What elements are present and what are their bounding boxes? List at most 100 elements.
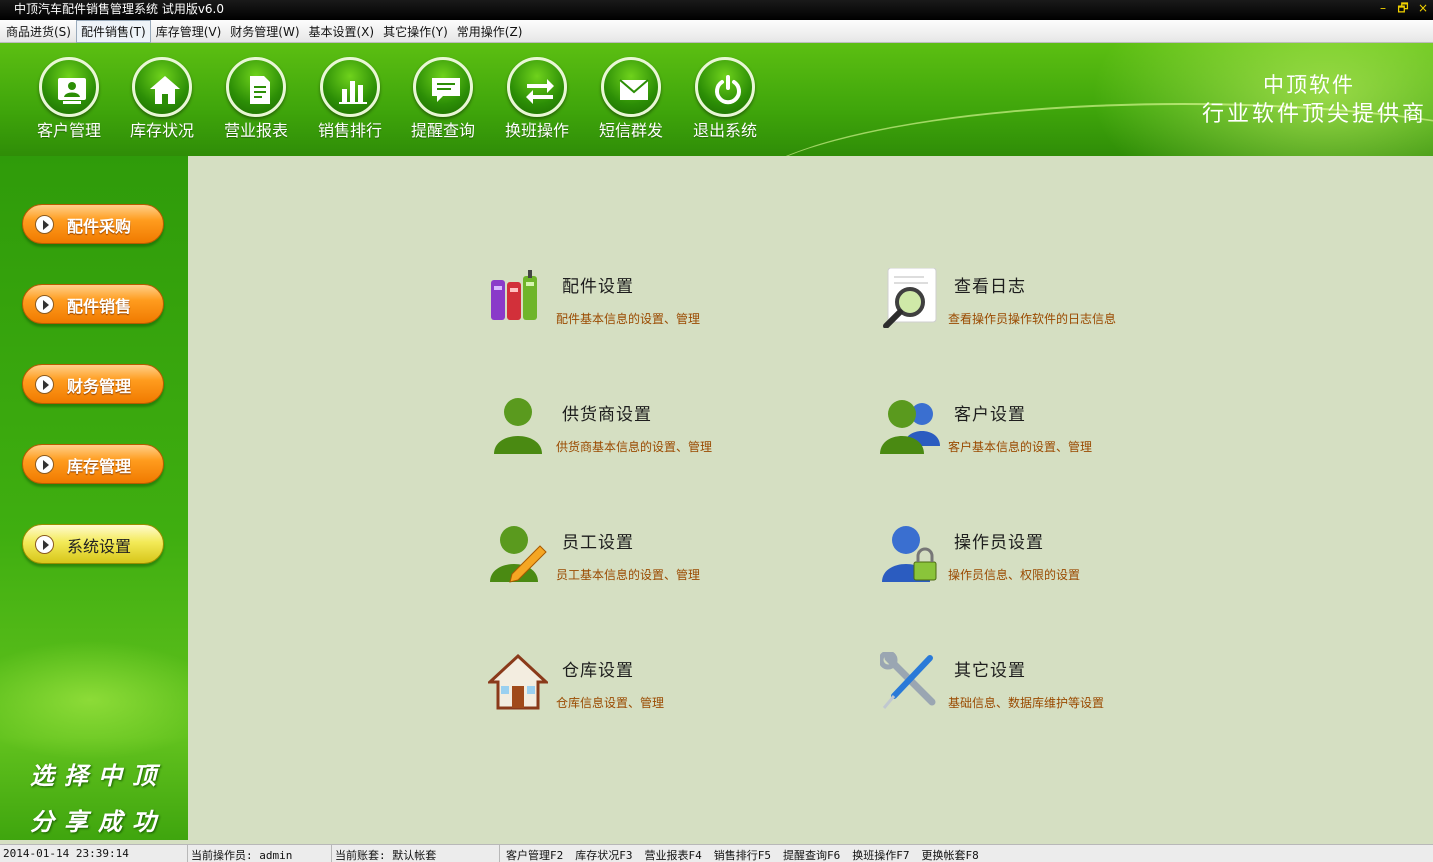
other-settings-entry[interactable]: 其它设置 基础信息、数据库维护等设置 (878, 650, 1240, 722)
toolbar-label: 退出系统 (692, 121, 757, 140)
warehouse-settings-entry[interactable]: 仓库设置 仓库信息设置、管理 (486, 652, 848, 722)
toolbar-label: 提醒查询 (410, 121, 475, 140)
window-controls: – 🗗 × (1377, 0, 1429, 16)
sidebar-button-label: 配件采购 (67, 217, 132, 236)
entry-title: 配件设置 (562, 277, 634, 297)
shortcut-reminder-query[interactable]: 提醒查询F6 (777, 845, 846, 862)
shortcut-shift-change[interactable]: 换班操作F7 (846, 845, 915, 862)
entry-title: 员工设置 (562, 533, 634, 553)
menu-inventory[interactable]: 库存管理(V) (152, 21, 226, 42)
sidebar-parts-sales-button[interactable]: 配件销售 (22, 284, 164, 324)
status-account: 当前账套: 默认帐套 (332, 845, 500, 862)
view-log-entry[interactable]: 查看日志 查看操作员操作软件的日志信息 (880, 267, 1240, 338)
menu-common-operations[interactable]: 常用操作(Z) (453, 21, 527, 42)
play-icon (35, 215, 54, 234)
slogan-line-2: 分享成功 (30, 807, 166, 836)
entry-title: 仓库设置 (562, 661, 634, 681)
shortcut-sales-ranking[interactable]: 销售排行F5 (708, 845, 777, 862)
entry-description: 仓库信息设置、管理 (556, 696, 665, 710)
toolbar-sms-broadcast[interactable]: 短信群发 (584, 57, 678, 151)
supplier-settings-entry[interactable]: 供货商设置 供货商基本信息的设置、管理 (488, 396, 848, 466)
play-icon (35, 375, 54, 394)
play-icon (35, 295, 54, 314)
menu-purchase[interactable]: 商品进货(S) (2, 21, 75, 42)
report-document-icon (226, 57, 286, 117)
sidebar-parts-purchase-button[interactable]: 配件采购 (22, 204, 164, 244)
sidebar-finance-button[interactable]: 财务管理 (22, 364, 164, 404)
toolbar-label: 营业报表 (223, 121, 288, 140)
shortcut-business-report[interactable]: 营业报表F4 (639, 845, 708, 862)
menu-bar: 商品进货(S) 配件销售(T) 库存管理(V) 财务管理(W) 基本设置(X) … (0, 19, 1433, 43)
entry-description: 员工基本信息的设置、管理 (556, 568, 701, 582)
parts-settings-entry[interactable]: 配件设置 配件基本信息的设置、管理 (488, 268, 848, 338)
warehouse-house-icon (486, 652, 550, 714)
tools-wrench-screwdriver-icon (878, 650, 940, 714)
slogan-line-1: 选择中顶 (30, 761, 166, 790)
sidebar-system-settings-button[interactable]: 系统设置 (22, 524, 164, 564)
toolbar-sales-ranking[interactable]: 销售排行 (303, 57, 397, 151)
toolbar-business-report[interactable]: 营业报表 (209, 57, 303, 151)
sidebar-decoration (0, 640, 188, 760)
title-bar: 中顶汽车配件销售管理系统 试用版v6.0 – 🗗 × (0, 0, 1433, 20)
entry-description: 客户基本信息的设置、管理 (948, 440, 1093, 454)
books-icon (488, 268, 548, 330)
supplier-user-icon (488, 396, 548, 458)
restore-button[interactable]: 🗗 (1397, 0, 1409, 16)
sidebar-inventory-button[interactable]: 库存管理 (22, 444, 164, 484)
window-title: 中顶汽车配件销售管理系统 试用版v6.0 (14, 2, 225, 16)
entry-description: 操作员信息、权限的设置 (948, 568, 1081, 582)
house-icon (132, 57, 192, 117)
menu-other-operations[interactable]: 其它操作(Y) (379, 21, 452, 42)
entry-description: 配件基本信息的设置、管理 (556, 312, 701, 326)
employee-settings-entry[interactable]: 员工设置 员工基本信息的设置、管理 (488, 524, 848, 594)
entry-description: 供货商基本信息的设置、管理 (556, 440, 713, 454)
toolbar-customer-management[interactable]: 客户管理 (22, 57, 116, 151)
swap-arrows-icon (507, 57, 567, 117)
toolbar-label: 客户管理 (36, 121, 101, 140)
status-datetime: 2014-01-14 23:39:14 (0, 845, 188, 862)
settings-panel: 配件设置 配件基本信息的设置、管理 查看日志 查看操作员操作软件的日志信息 供货… (188, 156, 1433, 840)
toolbar-label: 库存状况 (129, 121, 194, 140)
operator-lock-icon (880, 524, 940, 586)
power-icon (695, 57, 755, 117)
entry-description: 查看操作员操作软件的日志信息 (948, 312, 1117, 326)
entry-description: 基础信息、数据库维护等设置 (948, 696, 1105, 710)
status-bar: 2014-01-14 23:39:14 当前操作员: admin 当前账套: 默… (0, 844, 1433, 862)
toolbar-exit-system[interactable]: 退出系统 (678, 57, 772, 151)
entry-title: 供货商设置 (562, 405, 652, 425)
message-bubble-icon (413, 57, 473, 117)
sidebar-button-label: 配件销售 (67, 297, 132, 316)
bar-chart-icon (320, 57, 380, 117)
toolbar-label: 销售排行 (317, 121, 382, 140)
toolbar-shift-change[interactable]: 换班操作 (490, 57, 584, 151)
sidebar: 配件采购 配件销售 财务管理 库存管理 系统设置 选择中顶 分享成功 (0, 156, 188, 840)
brand-logo: 中顶软件 行业软件顶尖提供商 (1202, 71, 1427, 131)
customer-card-icon (39, 57, 99, 117)
entry-title: 查看日志 (954, 277, 1026, 297)
sidebar-button-label: 库存管理 (67, 457, 132, 476)
close-button[interactable]: × (1417, 0, 1429, 16)
menu-sales[interactable]: 配件销售(T) (75, 19, 151, 43)
entry-title: 客户设置 (954, 405, 1026, 425)
operator-settings-entry[interactable]: 操作员设置 操作员信息、权限的设置 (880, 524, 1240, 594)
shortcut-switch-account[interactable]: 更换帐套F8 (916, 845, 985, 862)
toolbar-label: 短信群发 (598, 121, 663, 140)
magnifier-document-icon (880, 267, 940, 330)
menu-basic-settings[interactable]: 基本设置(X) (305, 21, 379, 42)
customer-settings-entry[interactable]: 客户设置 客户基本信息的设置、管理 (880, 396, 1240, 466)
toolbar-reminder-query[interactable]: 提醒查询 (396, 57, 490, 151)
toolbar-label: 换班操作 (504, 121, 569, 140)
menu-finance[interactable]: 财务管理(W) (226, 21, 303, 42)
envelope-icon (601, 57, 661, 117)
shortcut-inventory-status[interactable]: 库存状况F3 (569, 845, 638, 862)
brand-tagline: 行业软件顶尖提供商 (1201, 102, 1427, 127)
sidebar-button-label: 财务管理 (67, 377, 132, 396)
customers-users-icon (880, 396, 940, 458)
toolbar-inventory-status[interactable]: 库存状况 (115, 57, 209, 151)
entry-title: 操作员设置 (954, 533, 1044, 553)
play-icon (35, 535, 54, 554)
shortcut-customer-management[interactable]: 客户管理F2 (500, 845, 569, 862)
employee-pencil-icon (488, 524, 548, 586)
minimize-button[interactable]: – (1377, 0, 1389, 16)
sidebar-button-label: 系统设置 (67, 537, 132, 556)
